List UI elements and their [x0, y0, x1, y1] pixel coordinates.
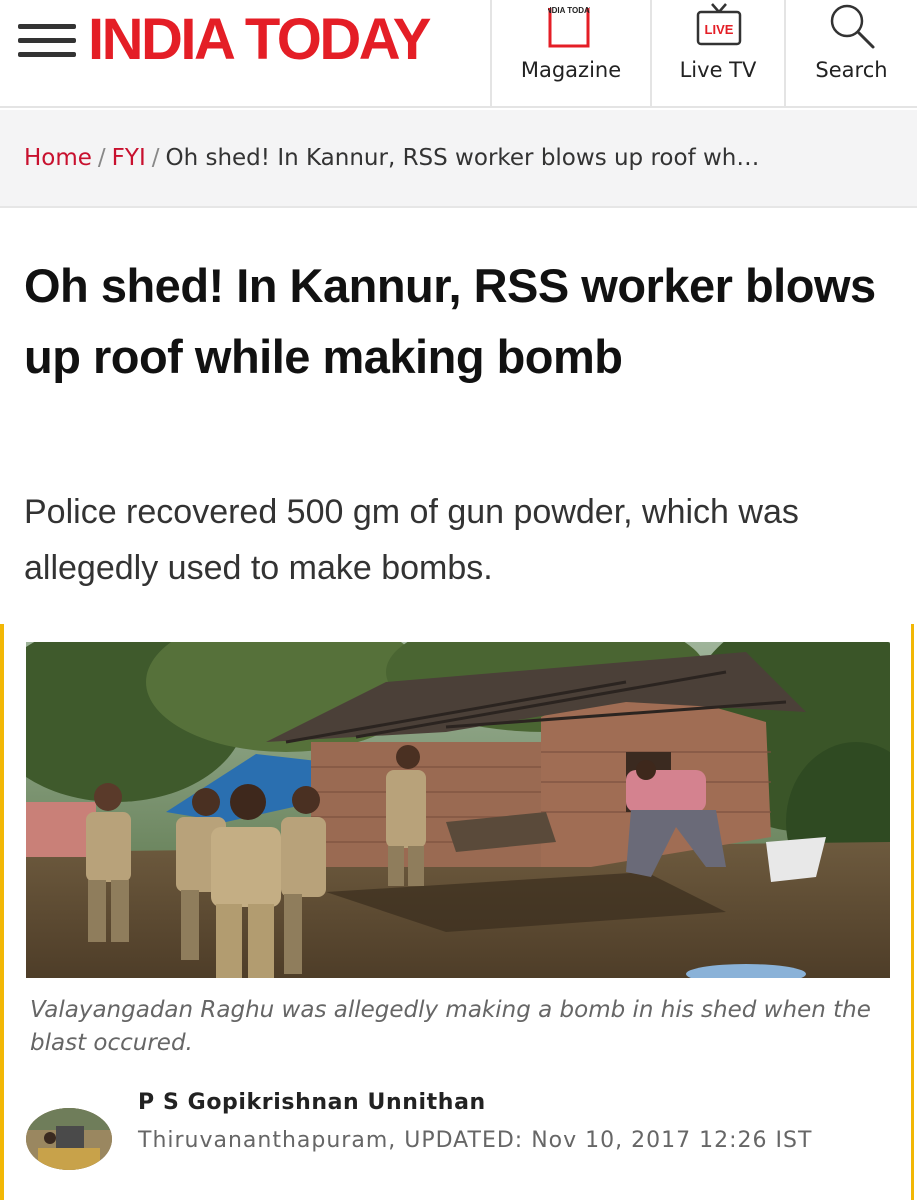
menu-icon[interactable] — [18, 22, 76, 58]
author-name[interactable]: P S Gopikrishnan Unnithan — [138, 1090, 486, 1115]
breadcrumb-separator: / — [97, 145, 106, 171]
site-header: INDIA TODAY INDIA TODAY Magazine LIVE Li… — [0, 0, 917, 108]
search-icon — [830, 4, 875, 49]
nav-live-tv[interactable]: LIVE Live TV — [650, 0, 784, 106]
breadcrumb-current: Oh shed! In Kannur, RSS worker blows up … — [165, 145, 760, 171]
nav-magazine-label: Magazine — [520, 58, 622, 82]
author-avatar[interactable] — [26, 1108, 112, 1170]
nav-live-tv-label: Live TV — [679, 58, 757, 82]
photo-caption: Valayangadan Raghu was allegedly making … — [30, 997, 871, 1056]
nav-search-label: Search — [815, 58, 888, 82]
site-logo[interactable]: INDIA TODAY — [88, 4, 431, 76]
live-badge-text: LIVE — [705, 22, 734, 37]
live-tv-icon: LIVE — [696, 3, 742, 46]
breadcrumb-section[interactable]: FYI — [112, 145, 146, 171]
nav-search[interactable]: Search — [784, 0, 917, 106]
photo-illustration — [26, 642, 890, 978]
breadcrumb-home[interactable]: Home — [24, 145, 92, 171]
article-headline: Oh shed! In Kannur, RSS worker blows up … — [24, 259, 876, 383]
breadcrumb: Home / FYI / Oh shed! In Kannur, RSS worker … — [0, 110, 917, 208]
article-dateline: Thiruvananthapuram, UPDATED: Nov 10, 201… — [138, 1128, 813, 1153]
avatar-image — [26, 1108, 112, 1170]
breadcrumb-separator: / — [151, 145, 160, 171]
article-photo[interactable] — [26, 642, 890, 978]
magazine-badge-text: INDIA TODAY — [548, 6, 590, 15]
magazine-icon: INDIA TODAY — [548, 4, 590, 48]
nav-magazine[interactable]: INDIA TODAY Magazine — [490, 0, 650, 106]
article-summary: Police recovered 500 gm of gun powder, w… — [24, 493, 799, 587]
